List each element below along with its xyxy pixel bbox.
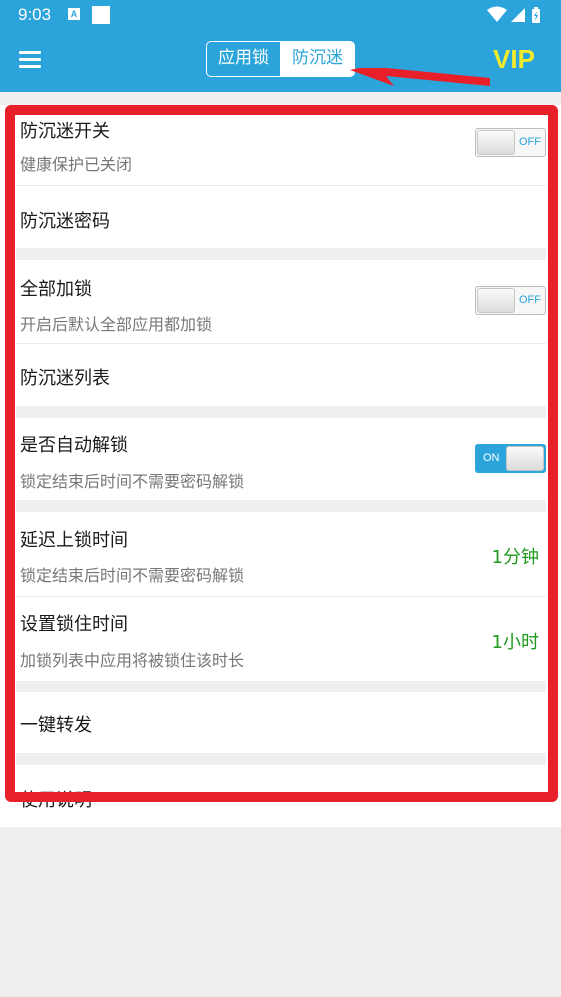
status-time: 9:03 [18, 5, 52, 24]
usage-instructions-title: 使用说明 [20, 790, 92, 811]
tab-anti-addiction[interactable]: 防沉迷 [281, 42, 354, 76]
anti-addiction-list-row[interactable]: 防沉迷列表 [16, 344, 546, 406]
anti-addiction-list-title: 防沉迷列表 [20, 368, 110, 389]
auto-unlock-row[interactable]: 是否自动解锁 锁定结束后时间不需要密码解锁 ON [16, 418, 546, 500]
anti-addiction-password-title: 防沉迷密码 [20, 211, 110, 232]
app-bar: 应用锁 防沉迷 VIP [0, 30, 561, 92]
toggle-thumb [477, 130, 515, 155]
delay-lock-value: 1分钟 [491, 547, 539, 568]
lock-all-title: 全部加锁 [20, 279, 92, 300]
notification-a-icon: A [68, 8, 80, 20]
annotation-arrow [350, 68, 490, 86]
section-separator [16, 681, 546, 692]
auto-unlock-title: 是否自动解锁 [20, 435, 128, 456]
auto-unlock-subtitle: 锁定结束后时间不需要密码解锁 [20, 472, 245, 491]
lock-duration-title: 设置锁住时间 [20, 614, 128, 635]
one-key-forward-row[interactable]: 一键转发 [16, 692, 546, 753]
delay-lock-subtitle: 锁定结束后时间不需要密码解锁 [20, 566, 245, 585]
one-key-forward-title: 一键转发 [20, 715, 92, 736]
hamburger-menu-icon[interactable] [19, 51, 41, 69]
lock-duration-subtitle: 加锁列表中应用将被锁住该时长 [20, 651, 245, 670]
wifi-icon [487, 6, 507, 22]
auto-unlock-toggle[interactable]: ON [475, 444, 546, 473]
delay-lock-row[interactable]: 延迟上锁时间 锁定结束后时间不需要密码解锁 1分钟 [16, 512, 546, 596]
status-bar: 9:03 A [0, 0, 561, 30]
section-separator [16, 753, 546, 765]
battery-icon [532, 7, 540, 23]
section-separator [16, 406, 546, 418]
usage-instructions-row[interactable]: 使用说明 [16, 765, 546, 827]
anti-addiction-title: 防沉迷开关 [20, 121, 110, 142]
anti-addiction-subtitle: 健康保护已关闭 [20, 155, 133, 174]
toggle-thumb [477, 288, 515, 313]
settings-list: 防沉迷开关 健康保护已关闭 OFF 防沉迷密码 全部加锁 开启后默认全部应用都加… [0, 105, 561, 827]
lock-all-row[interactable]: 全部加锁 开启后默认全部应用都加锁 OFF [16, 260, 546, 343]
notification-square-icon [92, 6, 110, 24]
lock-duration-value: 1小时 [491, 632, 539, 653]
toggle-state-label: ON [483, 452, 500, 464]
vip-label[interactable]: VIP [493, 44, 535, 75]
anti-addiction-toggle[interactable]: OFF [475, 128, 546, 157]
section-separator [16, 500, 546, 512]
lock-duration-row[interactable]: 设置锁住时间 加锁列表中应用将被锁住该时长 1小时 [16, 597, 546, 681]
signal-icon [511, 8, 525, 22]
tab-app-lock[interactable]: 应用锁 [207, 42, 281, 76]
delay-lock-title: 延迟上锁时间 [20, 530, 128, 551]
system-icons [487, 6, 540, 23]
toggle-state-label: OFF [519, 294, 541, 306]
lock-all-toggle[interactable]: OFF [475, 286, 546, 315]
anti-addiction-password-row[interactable]: 防沉迷密码 [16, 186, 546, 248]
lock-all-subtitle: 开启后默认全部应用都加锁 [20, 315, 213, 334]
toggle-state-label: OFF [519, 136, 541, 148]
section-separator [16, 248, 546, 260]
mode-tabs: 应用锁 防沉迷 [206, 41, 355, 77]
toggle-thumb [506, 446, 544, 471]
anti-addiction-switch-row[interactable]: 防沉迷开关 健康保护已关闭 OFF [16, 105, 546, 185]
